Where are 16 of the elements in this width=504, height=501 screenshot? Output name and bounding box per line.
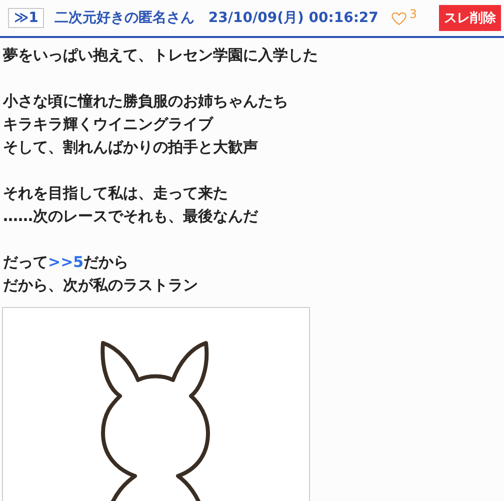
body-text: ……次のレースでそれも、最後なんだ	[3, 206, 260, 227]
body-text: キラキラ輝くウイニングライブ	[3, 114, 215, 135]
delete-thread-button[interactable]: スレ削除	[439, 5, 501, 31]
author-name: 二次元好きの匿名さん	[54, 9, 194, 27]
body-text: 小さな頃に憧れた勝負服のお姉ちゃんたち	[3, 91, 289, 112]
heart-icon[interactable]	[391, 10, 408, 26]
body-text: 夢をいっぱい抱えて、トレセン学園に入学した	[3, 45, 319, 66]
body-text: だって	[3, 253, 48, 271]
body-text: そして、割れんばかりの拍手と大歓声	[3, 137, 259, 158]
body-text: だから、次が私のラストラン	[3, 275, 199, 296]
reply-link[interactable]: >>5	[48, 253, 84, 271]
body-text: だから	[84, 253, 129, 271]
body-text: それを目指して私は、走って来た	[3, 183, 229, 204]
post-timestamp: 23/10/09(月) 00:16:27	[208, 9, 378, 27]
post-number[interactable]: ≫1	[8, 8, 44, 28]
like-count: 3	[409, 7, 417, 21]
